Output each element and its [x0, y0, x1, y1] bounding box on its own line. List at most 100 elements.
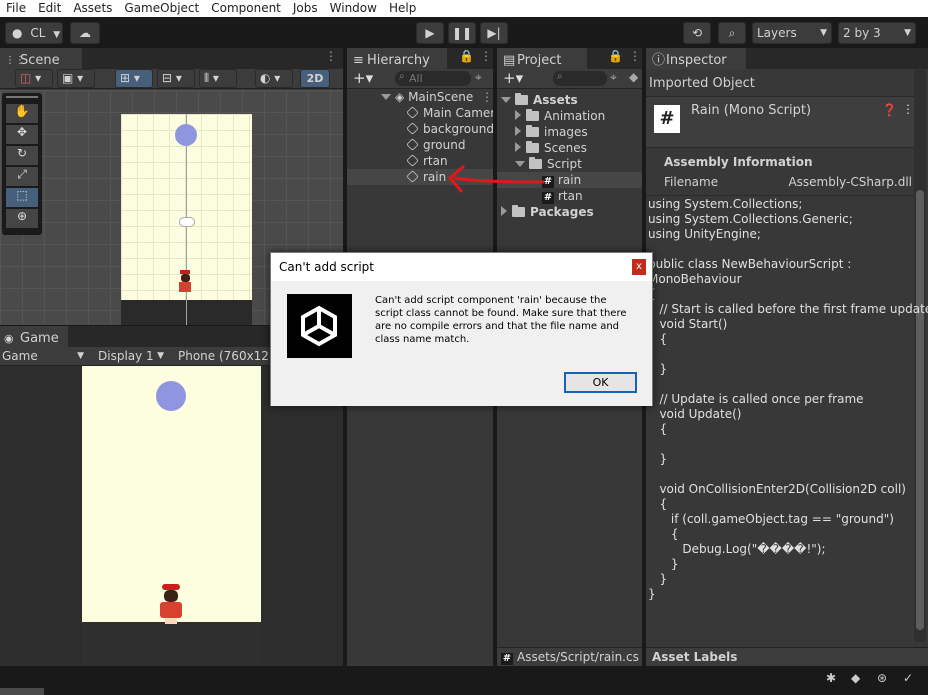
lock-icon[interactable]: 🔒	[608, 49, 623, 63]
script-source-preview: using System.Collections; using System.C…	[648, 197, 928, 601]
hierarchy-item-ground[interactable]: ground	[406, 137, 493, 153]
label-icon[interactable]: ◆	[629, 70, 638, 84]
menu-component[interactable]: Component	[205, 0, 287, 17]
cache-icon[interactable]: ◆	[851, 671, 860, 685]
2d-toggle-button[interactable]: 2D	[300, 69, 330, 88]
history-button[interactable]: ⟲	[683, 22, 711, 44]
folder-animation[interactable]: Animation	[515, 108, 641, 124]
grid-dropdown[interactable]: ⫴ ▾	[199, 69, 237, 88]
hierarchy-item-main-camera[interactable]: Main Camera	[407, 105, 493, 121]
folder-scenes[interactable]: Scenes	[515, 140, 641, 156]
folder-packages[interactable]: Packages	[501, 204, 641, 220]
expand-icon	[501, 97, 511, 103]
step-button[interactable]: ▶|	[480, 22, 508, 44]
draw-mode-dropdown[interactable]: ◫ ▾	[15, 69, 53, 88]
tab-inspector[interactable]: ⓘ Inspector	[646, 48, 746, 69]
layers-dropdown[interactable]: Layers ▼	[752, 22, 832, 44]
csharp-script-icon: #	[501, 653, 513, 665]
layers-label: Layers	[757, 26, 797, 40]
more-icon[interactable]: ⋮	[481, 89, 493, 105]
palette-grip	[6, 96, 38, 98]
folder-label: Packages	[530, 205, 594, 219]
history-icon: ⟲	[691, 26, 703, 40]
pause-icon: ❚❚	[451, 26, 473, 40]
game-rain-ball	[156, 381, 186, 411]
snap-dropdown[interactable]: ⊟ ▾	[157, 69, 195, 88]
cloud-button[interactable]: ☁	[70, 22, 100, 44]
game-viewport[interactable]	[0, 366, 343, 666]
hierarchy-item-background[interactable]: background	[407, 121, 493, 137]
search-button[interactable]: ⌕	[718, 22, 746, 44]
arrow-shaft	[453, 176, 545, 184]
search-icon: ⌕	[557, 71, 563, 82]
lighting-dropdown[interactable]: ◐ ▾	[255, 69, 293, 88]
script-item-rtan[interactable]: # rtan	[542, 188, 642, 204]
scale-tool-icon[interactable]: ⤢	[6, 167, 38, 186]
menu-assets[interactable]: Assets	[67, 0, 118, 17]
check-icon[interactable]: ✓	[903, 671, 913, 685]
create-button[interactable]: +▾	[503, 69, 523, 87]
folder-images[interactable]: images	[515, 124, 641, 140]
menu-file[interactable]: File	[0, 0, 32, 17]
more-icon[interactable]: ⋮	[902, 102, 914, 116]
gizmo-toggle[interactable]: ⊞ ▾	[115, 69, 153, 88]
tab-game[interactable]: ◉ Game	[0, 326, 68, 347]
account-dropdown[interactable]: ● CL ▼	[5, 22, 63, 44]
list-icon: ≡	[353, 53, 364, 68]
asset-path-label: Assets/Script/rain.cs	[517, 650, 639, 664]
folder-label: images	[544, 125, 588, 139]
sprite-head	[164, 590, 178, 602]
add-button[interactable]: +▾	[353, 69, 373, 87]
hierarchy-item-label: background	[423, 122, 493, 136]
move-tool-icon[interactable]: ✥	[6, 125, 38, 144]
asset-labels-bar[interactable]: Asset Labels	[646, 647, 928, 666]
folder-assets[interactable]: Assets	[501, 92, 641, 108]
inspector-tabbar: ⓘ Inspector	[646, 48, 928, 69]
menu-help[interactable]: Help	[383, 0, 422, 17]
play-button[interactable]: ▶	[416, 22, 444, 44]
hierarchy-search-input[interactable]: All	[395, 71, 471, 86]
hand-tool-icon[interactable]: ✋	[6, 104, 38, 123]
more-icon[interactable]: ⋮	[629, 49, 641, 63]
transform-tool-icon[interactable]: ⊕	[6, 209, 38, 228]
draw-mode-icon: ◫	[20, 71, 32, 85]
render-mode-dropdown[interactable]: ▣ ▾	[57, 69, 95, 88]
ok-button[interactable]: OK	[564, 372, 637, 393]
search-options-icon[interactable]: ⌖	[475, 70, 482, 85]
sprite-legs	[165, 618, 177, 624]
menu-edit[interactable]: Edit	[32, 0, 67, 17]
rect-tool-icon[interactable]: ⬚	[6, 188, 38, 207]
gameobject-icon	[406, 154, 419, 167]
dialog-close-button[interactable]: x	[632, 259, 646, 275]
close-icon: x	[636, 261, 642, 272]
display-dropdown[interactable]: Display 1 ▼	[98, 348, 166, 364]
menu-gameobject[interactable]: GameObject	[118, 0, 205, 17]
collapse-icon	[515, 142, 521, 152]
auto-generate-icon[interactable]: ⊛	[877, 671, 887, 685]
scene-toolbar: ◫ ▾ ▣ ▾ ⊞ ▾ ⊟ ▾ ⫴ ▾ ◐ ▾ 2D	[0, 69, 343, 89]
menu-jobs[interactable]: Jobs	[287, 0, 324, 17]
menu-window[interactable]: Window	[324, 0, 383, 17]
script-label: rain	[558, 173, 582, 187]
game-view-dropdown[interactable]: Game ▼	[2, 348, 86, 364]
pause-button[interactable]: ❚❚	[448, 22, 476, 44]
gameobject-icon	[407, 122, 419, 135]
tab-project[interactable]: ▤ Project	[497, 48, 587, 69]
tab-hierarchy[interactable]: ≡ Hierarchy	[347, 48, 447, 69]
game-rtan-sprite	[158, 584, 184, 624]
help-icon[interactable]: ❓	[882, 103, 897, 117]
folder-icon	[515, 93, 528, 105]
more-icon[interactable]: ⋮	[325, 49, 337, 63]
user-icon: ●	[12, 26, 23, 40]
debug-icon[interactable]: ✱	[826, 671, 836, 685]
layout-dropdown[interactable]: 2 by 3 ▼	[838, 22, 916, 44]
rotate-tool-icon[interactable]: ↻	[6, 146, 38, 165]
scene-root-item[interactable]: ◈ MainScene ⋮	[381, 89, 493, 105]
tab-scene[interactable]: ⋮⋮ Scene	[0, 48, 82, 69]
cloud-icon: ☁	[79, 26, 91, 40]
more-icon[interactable]: ⋮	[480, 49, 492, 63]
scene-rtan-sprite	[178, 270, 192, 296]
lock-icon[interactable]: 🔒	[459, 49, 474, 63]
gameobject-icon	[406, 170, 419, 183]
filter-icon[interactable]: ⌖	[610, 70, 617, 85]
